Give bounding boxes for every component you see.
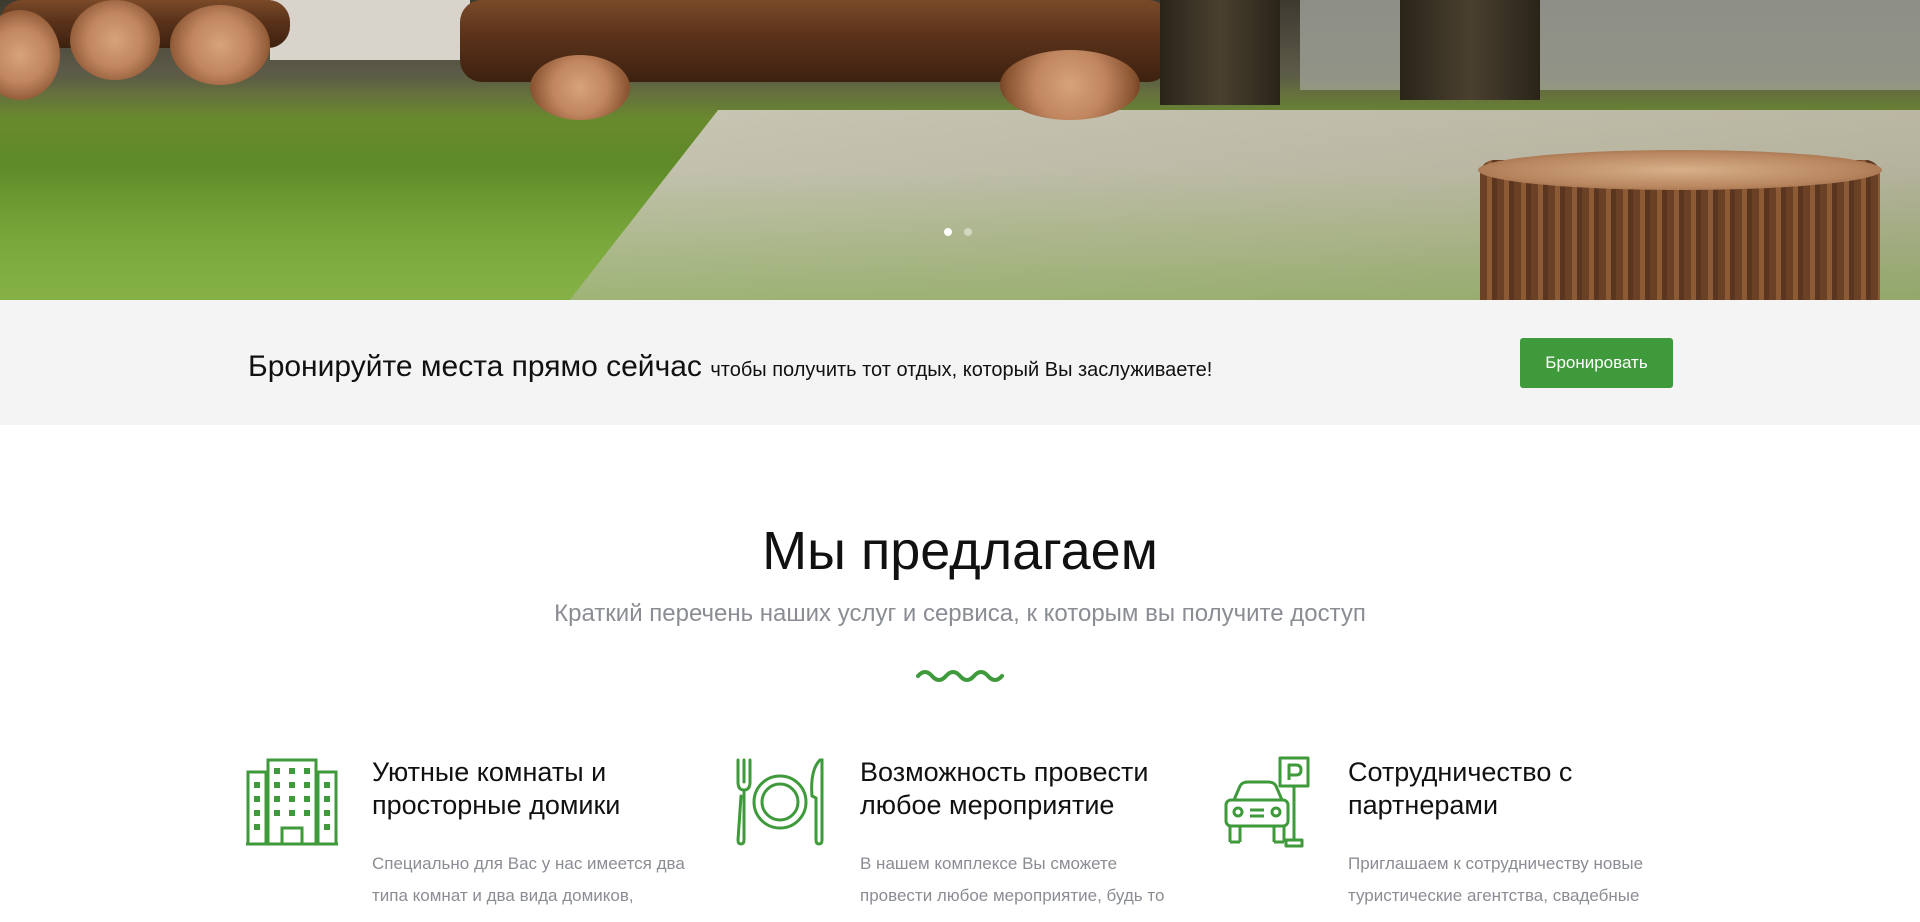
carousel-dot-1[interactable] — [944, 228, 952, 236]
feature-title: Возможность провести любое мероприятие — [860, 757, 1149, 820]
feature-title: Сотрудничество с партнерами — [1348, 757, 1573, 820]
hero-log-end — [1000, 50, 1140, 120]
feature-item: Уютные комнаты и просторные домики Специ… — [246, 752, 686, 922]
feature-item: Возможность провести любое мероприятие В… — [734, 752, 1174, 922]
hero-tree-trunk — [1400, 0, 1540, 100]
feature-item: Сотрудничество с партнерами Приглашаем к… — [1222, 752, 1662, 922]
wave-divider-icon — [916, 670, 1004, 682]
hero-stump-top — [1478, 150, 1882, 190]
feature-text: Приглашаем к сотрудничеству новые турист… — [1348, 854, 1644, 905]
hero-building — [270, 0, 470, 60]
hero-house — [1300, 0, 1920, 90]
feature-text: Специально для Вас у нас имеется два тип… — [372, 854, 685, 905]
hero-log-end — [530, 55, 630, 120]
hero-log-end — [70, 0, 160, 80]
parking-car-icon — [1224, 756, 1310, 848]
building-icon — [246, 758, 338, 846]
section-title: Мы предлагаем — [762, 521, 1158, 581]
feature-title: Уютные комнаты и просторные домики — [372, 757, 621, 820]
carousel-dots — [944, 228, 972, 236]
hero-tree-trunk — [1160, 0, 1280, 105]
cta-title: Бронируйте места прямо сейчас — [248, 350, 702, 383]
restaurant-icon — [736, 758, 824, 846]
book-button[interactable]: Бронировать — [1520, 338, 1673, 388]
cta-text: Бронируйте места прямо сейчас чтобы полу… — [248, 350, 1212, 384]
cta-subtitle: чтобы получить тот отдых, который Вы зас… — [710, 359, 1213, 381]
hero-log-end — [170, 5, 270, 85]
feature-text: В нашем комплексе Вы сможете провести лю… — [860, 854, 1165, 905]
section-subtitle: Краткий перечень наших услуг и сервиса, … — [554, 600, 1366, 627]
hero-slider — [0, 0, 1920, 300]
carousel-dot-2[interactable] — [964, 228, 972, 236]
features-list: Уютные комнаты и просторные домики Специ… — [246, 752, 1686, 922]
booking-cta-bar: Бронируйте места прямо сейчас чтобы полу… — [0, 300, 1920, 425]
